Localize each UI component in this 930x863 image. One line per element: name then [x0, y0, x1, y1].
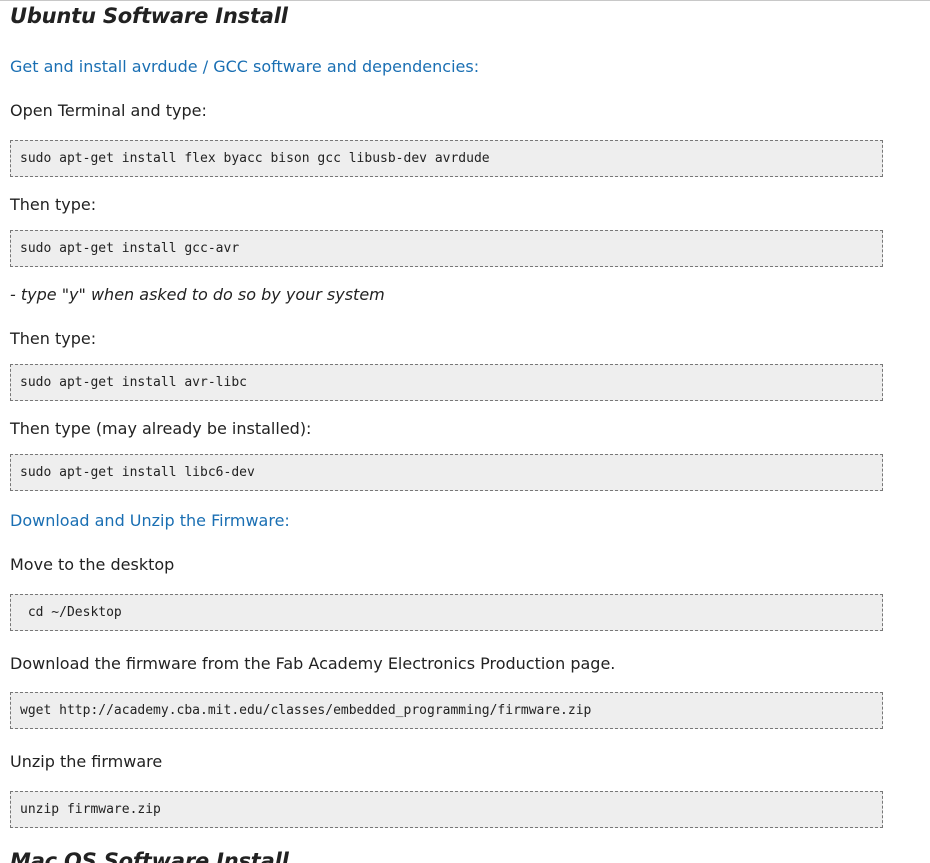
code-block-install-gcc-avr[interactable]: sudo apt-get install gcc-avr: [10, 230, 883, 267]
step-heading-install-dependencies: Get and install avrdude / GCC software a…: [10, 57, 480, 76]
mac-section-title: Mac OS Software Install: [10, 849, 289, 863]
open-terminal-text: Open Terminal and type:: [10, 101, 207, 120]
then-type-text-3: Then type (may already be installed):: [10, 419, 312, 438]
move-to-desktop-text: Move to the desktop: [10, 555, 175, 574]
code-block-cd-desktop[interactable]: cd ~/Desktop: [10, 594, 883, 631]
unzip-firmware-text: Unzip the firmware: [10, 752, 163, 771]
top-divider: [0, 0, 930, 1]
then-type-text-2: Then type:: [10, 329, 97, 348]
ubuntu-section-title: Ubuntu Software Install: [10, 4, 288, 28]
code-block-install-libc6-dev[interactable]: sudo apt-get install libc6-dev: [10, 454, 883, 491]
code-block-install-avrdude[interactable]: sudo apt-get install flex byacc bison gc…: [10, 140, 883, 177]
confirm-note: - type "y" when asked to do so by your s…: [10, 285, 385, 304]
code-block-install-avr-libc[interactable]: sudo apt-get install avr-libc: [10, 364, 883, 401]
code-block-wget-firmware[interactable]: wget http://academy.cba.mit.edu/classes/…: [10, 692, 883, 729]
code-block-unzip-firmware[interactable]: unzip firmware.zip: [10, 791, 883, 828]
then-type-text-1: Then type:: [10, 195, 97, 214]
step-heading-download-firmware: Download and Unzip the Firmware:: [10, 511, 290, 530]
download-firmware-text: Download the firmware from the Fab Acade…: [10, 654, 616, 673]
